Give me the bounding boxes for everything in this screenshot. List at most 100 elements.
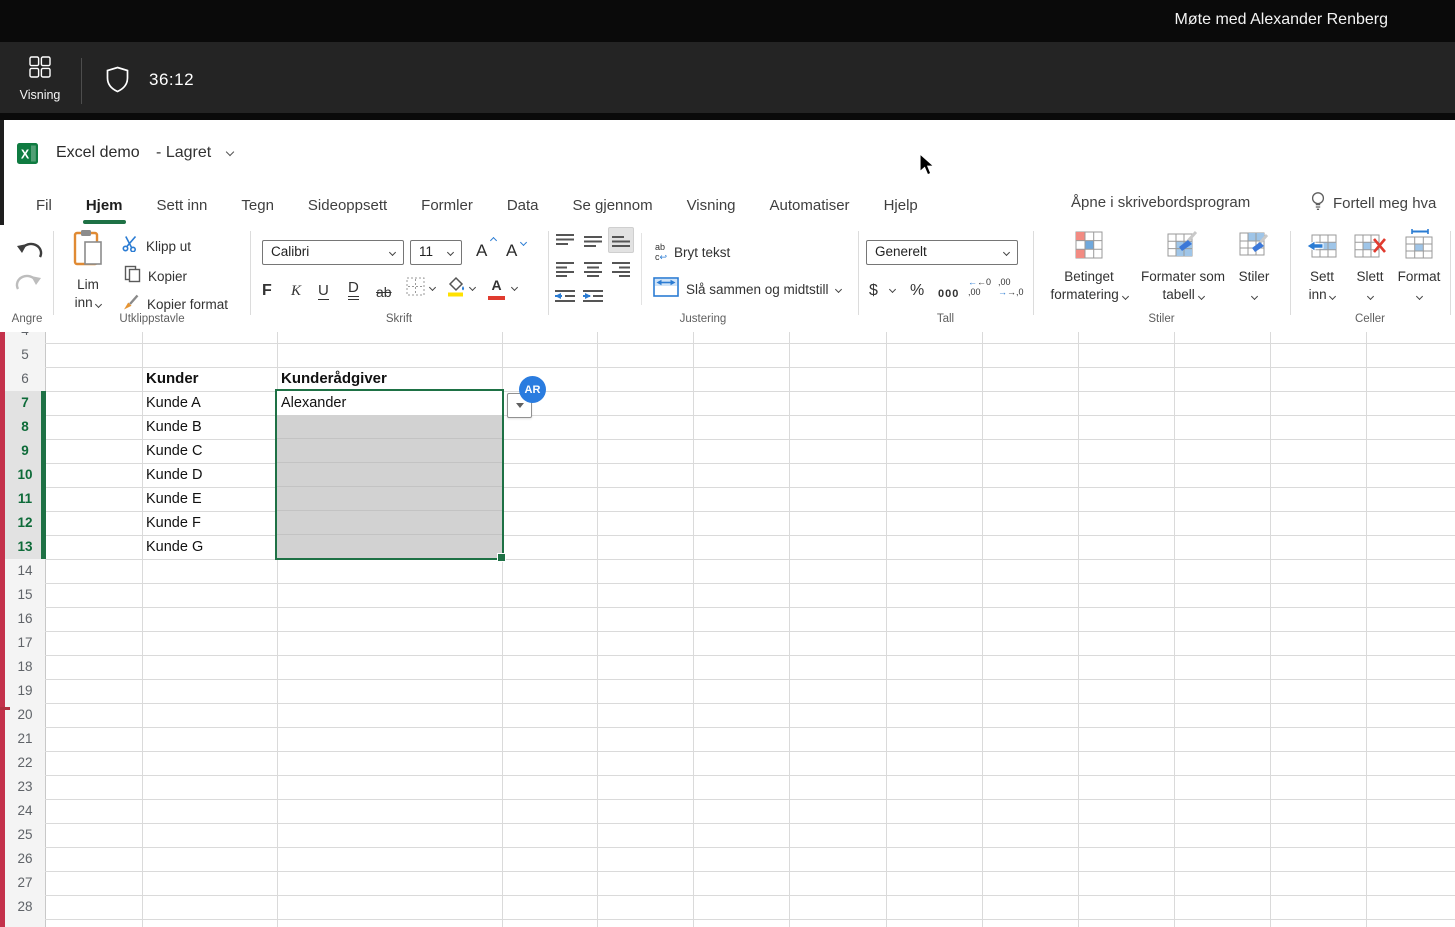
row-header-20[interactable]: 20 xyxy=(5,703,45,727)
bold-button[interactable]: F xyxy=(262,274,272,300)
fill-handle[interactable] xyxy=(497,553,506,562)
cell-c7-advisor[interactable]: Alexander xyxy=(281,391,346,415)
row-header-22[interactable]: 22 xyxy=(5,751,45,775)
row-header-15[interactable]: 15 xyxy=(5,583,45,607)
number-format-combobox[interactable]: Generelt xyxy=(866,240,1018,265)
align-bottom-button[interactable] xyxy=(608,227,634,253)
align-left-button[interactable] xyxy=(552,256,578,282)
tell-me-button[interactable]: Fortell meg hva xyxy=(1310,191,1436,216)
borders-dropdown-chevron[interactable] xyxy=(429,284,436,291)
cell-b9[interactable]: Kunde C xyxy=(146,439,202,463)
align-right-button[interactable] xyxy=(608,256,634,282)
increase-indent-button[interactable] xyxy=(580,284,606,310)
redo-button[interactable] xyxy=(14,269,44,300)
tab-formler[interactable]: Formler xyxy=(404,186,490,225)
row-header-8[interactable]: 8 xyxy=(5,415,45,439)
row-header-column[interactable]: 4567891011121314151617181920212223242526… xyxy=(5,332,45,927)
cell-b11[interactable]: Kunde E xyxy=(146,487,202,511)
selected-range-c7-c13[interactable]: Alexander xyxy=(275,389,504,560)
row-header-24[interactable]: 24 xyxy=(5,799,45,823)
selection-fill-area[interactable] xyxy=(277,415,502,558)
increase-decimal-button[interactable]: ←←0 ,00 xyxy=(968,278,991,297)
row-header-28[interactable]: 28 xyxy=(5,895,45,919)
percent-button[interactable]: % xyxy=(910,274,924,300)
row-header-13[interactable]: 13 xyxy=(5,535,45,559)
tab-sett-inn[interactable]: Sett inn xyxy=(140,186,225,225)
spreadsheet-grid[interactable]: 4567891011121314151617181920212223242526… xyxy=(0,332,1455,927)
cell-styles-button[interactable]: Stiler xyxy=(1228,229,1280,304)
font-family-combobox[interactable]: Calibri xyxy=(262,240,404,265)
tab-visning[interactable]: Visning xyxy=(670,186,753,225)
format-as-table-button[interactable]: Formater som tabell xyxy=(1140,229,1226,304)
row-header-25[interactable]: 25 xyxy=(5,823,45,847)
tab-hjelp[interactable]: Hjelp xyxy=(867,186,935,225)
underline-button[interactable]: U xyxy=(318,274,329,300)
copy-button[interactable]: Kopier xyxy=(124,265,187,288)
cell-b10[interactable]: Kunde D xyxy=(146,463,202,487)
tab-se-gjennom[interactable]: Se gjennom xyxy=(556,186,670,225)
decrease-indent-button[interactable] xyxy=(552,284,578,310)
double-underline-button[interactable]: D xyxy=(348,274,359,300)
row-header-19[interactable]: 19 xyxy=(5,679,45,703)
insert-cells-button[interactable]: Sett inn xyxy=(1300,233,1344,304)
chevron-down-icon[interactable] xyxy=(226,148,234,156)
decrease-font-size-button[interactable]: A xyxy=(506,241,517,261)
paste-button[interactable]: Lim inn xyxy=(64,229,112,312)
wrap-text-button[interactable]: ab c↩ Bryt tekst xyxy=(655,243,730,262)
tab-automatiser[interactable]: Automatiser xyxy=(753,186,867,225)
cut-button[interactable]: Klipp ut xyxy=(122,235,191,257)
cell-b13[interactable]: Kunde G xyxy=(146,535,203,559)
conditional-formatting-button[interactable]: Betinget formatering xyxy=(1042,229,1136,304)
currency-button[interactable]: $ xyxy=(869,274,878,300)
align-top-button[interactable] xyxy=(552,228,578,254)
row-header-16[interactable]: 16 xyxy=(5,607,45,631)
tab-hjem[interactable]: Hjem xyxy=(69,186,140,225)
row-header-23[interactable]: 23 xyxy=(5,775,45,799)
italic-button[interactable]: K xyxy=(291,274,301,300)
row-header-17[interactable]: 17 xyxy=(5,631,45,655)
row-header-9[interactable]: 9 xyxy=(5,439,45,463)
font-color-dropdown-chevron[interactable] xyxy=(511,284,518,291)
view-button[interactable]: Visning xyxy=(12,56,68,102)
cell-b12[interactable]: Kunde F xyxy=(146,511,201,535)
tab-sideoppsett[interactable]: Sideoppsett xyxy=(291,186,404,225)
cell-c6-kunderadgiver[interactable]: Kunderådgiver xyxy=(281,367,387,391)
tab-tegn[interactable]: Tegn xyxy=(224,186,291,225)
row-header-5[interactable]: 5 xyxy=(5,343,45,367)
cell-b6-kunder[interactable]: Kunder xyxy=(146,367,199,391)
row-header-6[interactable]: 6 xyxy=(5,367,45,391)
increase-font-size-button[interactable]: A xyxy=(476,241,487,261)
comma-style-button[interactable]: 000 xyxy=(938,274,959,300)
row-gridline xyxy=(5,679,1455,680)
delete-cells-button[interactable]: Slett xyxy=(1348,233,1392,304)
cell-b8[interactable]: Kunde B xyxy=(146,415,202,439)
undo-button[interactable] xyxy=(14,237,44,268)
row-header-7[interactable]: 7 xyxy=(5,391,45,415)
row-header-4[interactable]: 4 xyxy=(5,332,45,343)
currency-dropdown-chevron[interactable] xyxy=(889,286,896,293)
strikethrough-button[interactable]: ab xyxy=(376,274,392,300)
font-color-button[interactable]: A xyxy=(488,277,505,300)
tab-data[interactable]: Data xyxy=(490,186,556,225)
row-header-18[interactable]: 18 xyxy=(5,655,45,679)
row-header-11[interactable]: 11 xyxy=(5,487,45,511)
row-header-27[interactable]: 27 xyxy=(5,871,45,895)
decrease-decimal-button[interactable]: ,00 →→,0 xyxy=(998,278,1024,297)
borders-button[interactable] xyxy=(406,277,425,301)
cell-b7[interactable]: Kunde A xyxy=(146,391,201,415)
row-header-10[interactable]: 10 xyxy=(5,463,45,487)
align-middle-button[interactable] xyxy=(580,228,606,254)
fill-color-dropdown-chevron[interactable] xyxy=(469,284,476,291)
tab-fil[interactable]: Fil xyxy=(19,186,69,225)
merge-center-button[interactable]: Slå sammen og midtstill xyxy=(653,277,841,302)
row-header-21[interactable]: 21 xyxy=(5,727,45,751)
row-header-14[interactable]: 14 xyxy=(5,559,45,583)
font-size-combobox[interactable]: 11 xyxy=(410,240,462,265)
align-center-button[interactable] xyxy=(580,256,606,282)
open-in-desktop-link[interactable]: Åpne i skrivebordsprogram xyxy=(1071,194,1250,211)
document-title[interactable]: Excel demo - Lagret xyxy=(56,144,211,162)
row-header-26[interactable]: 26 xyxy=(5,847,45,871)
row-header-12[interactable]: 12 xyxy=(5,511,45,535)
format-cells-button[interactable]: Format xyxy=(1396,229,1442,304)
fill-color-button[interactable] xyxy=(446,275,466,302)
